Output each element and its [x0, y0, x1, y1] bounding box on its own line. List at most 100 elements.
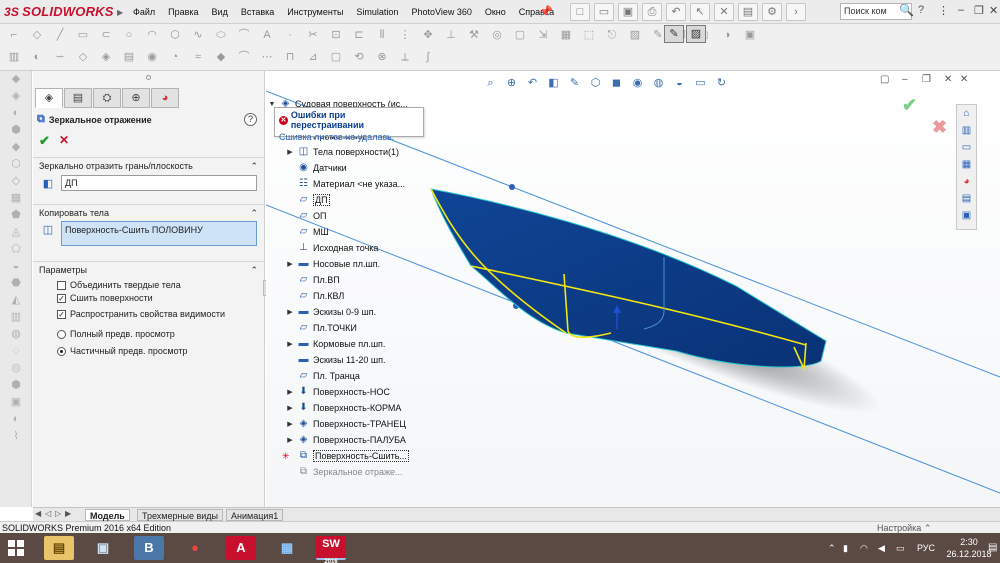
custom-properties-icon[interactable]: ▤ — [957, 190, 976, 207]
rib-icon[interactable]: ⊓ — [280, 48, 300, 66]
tab-model[interactable]: Модель — [85, 509, 130, 521]
view-orientation-icon[interactable]: ⬡ — [587, 75, 604, 91]
line-icon[interactable]: ╱ — [50, 26, 70, 44]
home-icon[interactable]: ⌂ — [957, 105, 976, 122]
hole-wizard-icon[interactable]: ◉ — [142, 48, 162, 66]
display-manager-tab[interactable]: ◕ — [151, 88, 179, 108]
tree-item-kvl-plane[interactable]: ▱ Пл.КВЛ — [286, 290, 345, 302]
design-library-icon[interactable]: ▥ — [957, 122, 976, 139]
tree-item-msh-plane[interactable]: ▱ МШ — [286, 226, 329, 238]
expand-icon[interactable]: ▶ — [286, 420, 294, 428]
rapid-sketch-icon[interactable]: ▢ — [510, 26, 530, 44]
intersect-icon[interactable]: ⊗ — [372, 48, 392, 66]
tab-3d-views[interactable]: Трехмерные виды — [137, 509, 223, 521]
windows-start-icon[interactable] — [8, 540, 24, 556]
sketch-ink-toggle-icon[interactable]: ▨ — [686, 25, 706, 43]
strip-icon-8[interactable]: ▦ — [0, 190, 32, 207]
search-icon[interactable]: 🔍 — [899, 3, 914, 17]
linear-pattern-feature-icon[interactable]: ⋯ — [257, 48, 277, 66]
strip-icon-5[interactable]: ◆ — [0, 139, 32, 156]
next-tab-icon[interactable]: ▷ — [55, 509, 61, 518]
smart-dimension-icon[interactable]: ◇ — [27, 26, 47, 44]
arc-icon[interactable]: ◠ — [142, 26, 162, 44]
revolved-cut-icon[interactable]: ◔ — [165, 48, 185, 66]
rotate-view-icon[interactable]: ↻ — [713, 75, 730, 91]
display-style-icon[interactable]: ◼ — [608, 75, 625, 91]
zoom-area-icon[interactable]: ⊕ — [503, 75, 520, 91]
sketch-icon[interactable]: ⌐ — [4, 26, 24, 44]
tree-item-origin[interactable]: ⊥ Исходная точка — [286, 242, 378, 254]
options-gear-icon[interactable]: ⚙ — [762, 3, 782, 21]
first-tab-icon[interactable]: ◀ — [35, 509, 41, 518]
vk-taskbar-icon[interactable]: B — [134, 536, 164, 560]
point-icon[interactable]: · — [280, 26, 300, 44]
property-manager-tab[interactable]: ▤ — [64, 88, 92, 108]
strip-icon-2[interactable]: ◈ — [0, 88, 32, 105]
rebuild-icon[interactable]: ✕ — [714, 3, 734, 21]
strip-icon-12[interactable]: ◒ — [0, 258, 32, 275]
strip-icon-20[interactable]: ▣ — [0, 394, 32, 411]
options-dots-icon[interactable]: ⋮ — [938, 4, 949, 17]
forum-icon[interactable]: ▣ — [957, 207, 976, 224]
checkbox-box[interactable] — [57, 280, 66, 290]
hide-show-items-icon[interactable]: ◉ — [629, 75, 646, 91]
zoom-to-fit-icon[interactable]: ⌕ — [482, 75, 499, 91]
swept-cut-icon[interactable]: ≈ — [188, 48, 208, 66]
shaded-contours-icon[interactable]: ▦ — [556, 26, 576, 44]
checkbox-box[interactable]: ✓ — [57, 293, 66, 303]
select-arrow-icon[interactable]: ↖ — [690, 3, 710, 21]
checkbox-box[interactable]: ✓ — [57, 309, 66, 319]
expand-icon[interactable]: ▶ — [286, 436, 294, 444]
confirm-ok-icon[interactable]: ✔ — [902, 95, 917, 116]
strip-icon-21[interactable]: ◐ — [0, 411, 32, 428]
tab-animation[interactable]: Анимация1 — [226, 509, 284, 521]
tree-item-op-plane[interactable]: ▱ ОП — [286, 210, 327, 222]
file-properties-icon[interactable]: ▤ — [738, 3, 758, 21]
file-explorer-icon[interactable]: ▭ — [957, 139, 976, 156]
tree-item-dp-plane[interactable]: ▱ ДП — [286, 194, 330, 206]
menu-photoview[interactable]: PhotoView 360 — [406, 7, 479, 17]
strip-icon-15[interactable]: ▥ — [0, 309, 32, 326]
view-settings-icon[interactable]: ▭ — [692, 75, 709, 91]
expand-icon[interactable]: ▶ — [286, 308, 294, 316]
tree-item-vp-plane[interactable]: ▱ Пл.ВП — [286, 274, 340, 286]
photos-taskbar-icon[interactable]: ▦ — [272, 536, 302, 560]
mirror-plane-field[interactable]: ДП — [61, 175, 257, 191]
curves-icon[interactable]: ∫ — [418, 48, 438, 66]
help-icon[interactable]: ? — [918, 4, 924, 16]
viewport-close-icon[interactable]: ✕ — [944, 74, 952, 85]
graphics-area[interactable]: ⌕ ⊕ ↶ ◧ ✎ ⬡ ◼ ◉ ◍ ◒ ▭ ↻ ▢ – ❐ ✕ ✕ ✔ ✖ ⌂ … — [266, 71, 1000, 507]
circle-icon[interactable]: ○ — [119, 26, 139, 44]
swept-boss-icon[interactable]: ∽ — [50, 48, 70, 66]
confirm-cancel-icon[interactable]: ✖ — [932, 117, 947, 138]
full-preview-radio[interactable]: Полный предв. просмотр — [57, 329, 175, 339]
more-icon[interactable]: › — [786, 3, 806, 21]
menu-view[interactable]: Вид — [207, 7, 236, 17]
strip-icon-4[interactable]: ⬢ — [0, 122, 32, 139]
edit-sketch-icon[interactable]: ✎ — [664, 25, 684, 43]
file-explorer-taskbar-icon[interactable]: ▤ — [44, 536, 74, 560]
convert-icon[interactable]: ⊡ — [326, 26, 346, 44]
input-language[interactable]: РУС — [917, 533, 935, 563]
strip-icon-17[interactable]: ◌ — [0, 343, 32, 360]
solidworks-taskbar-icon[interactable]: SW 2016 — [316, 536, 346, 563]
tree-item-surface-deck[interactable]: ▶ ◈ Поверхность-ПАЛУБА — [286, 434, 406, 446]
open-folder-icon[interactable]: ▭ — [594, 3, 614, 21]
solidworks-logo[interactable]: 3S SOLIDWORKS — [4, 4, 114, 19]
strip-icon-9[interactable]: ⬟ — [0, 207, 32, 224]
menu-simulation[interactable]: Simulation — [351, 7, 406, 17]
menu-edit[interactable]: Правка — [163, 7, 206, 17]
strip-icon-1[interactable]: ◆ — [0, 71, 32, 88]
strip-icon-11[interactable]: ⬠ — [0, 241, 32, 258]
configuration-manager-tab[interactable]: ⛭ — [93, 88, 121, 108]
view-palette-icon[interactable]: ▦ — [957, 156, 976, 173]
section-mirror-face[interactable]: Зеркально отразить грань/плоскость ⌃ — [33, 157, 264, 173]
tree-item-stern-planes[interactable]: ▶ ▬ Кормовые пл.шп. — [286, 338, 385, 350]
apply-scene-icon[interactable]: ◒ — [671, 75, 688, 91]
spline-icon[interactable]: ∿ — [188, 26, 208, 44]
merge-solids-checkbox[interactable]: Объединить твердые тела — [57, 280, 181, 290]
save-icon[interactable]: ▣ — [618, 3, 638, 21]
restore-icon[interactable]: ❐ — [974, 4, 984, 17]
undo-icon[interactable]: ↶ — [666, 3, 686, 21]
polygon-icon[interactable]: ⬡ — [165, 26, 185, 44]
